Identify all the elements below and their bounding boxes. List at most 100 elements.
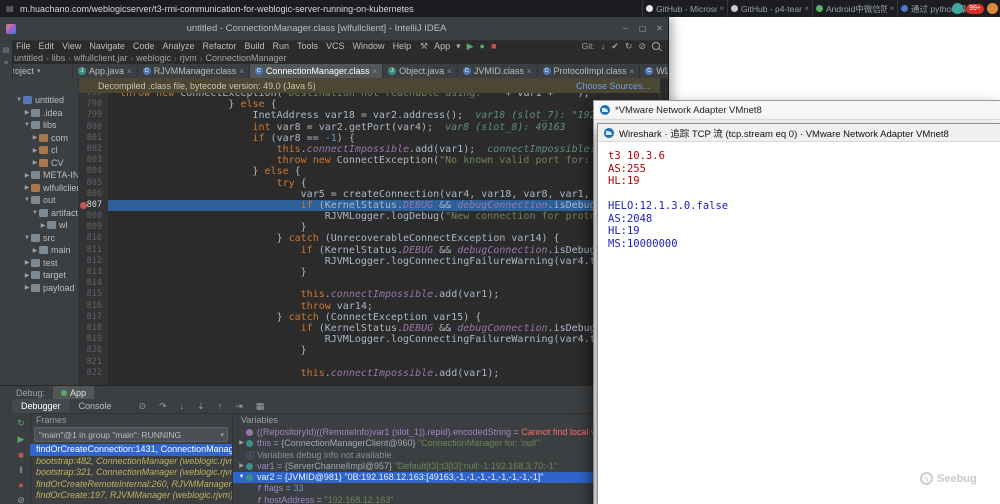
code-line[interactable]: 808RJVMLogger.logDebug("New connection f…: [78, 211, 660, 222]
line-number[interactable]: 804: [78, 166, 108, 177]
tree-item[interactable]: ▶META-INF: [12, 169, 78, 182]
tree-item[interactable]: ▼artifacts: [12, 207, 78, 220]
browser-tab[interactable]: Android中微信防...×: [812, 0, 897, 17]
breadcrumb-item[interactable]: rjvm: [178, 53, 199, 63]
tab-close-icon[interactable]: ×: [372, 67, 377, 76]
tree-item[interactable]: ▼out: [12, 194, 78, 207]
breadcrumb-item[interactable]: wlfullclient.jar: [72, 53, 130, 63]
tree-toggle-icon[interactable]: ▼: [23, 235, 31, 241]
structure-tool-icon[interactable]: ≡: [0, 60, 12, 67]
editor-tab[interactable]: JApp.java×: [73, 64, 138, 78]
code-line[interactable]: 815this.connectImpossible.add(var1);: [78, 289, 660, 300]
browser-tab[interactable]: GitHub - p4-team...×: [727, 0, 812, 17]
code-line[interactable]: 803throw new ConnectException("No known …: [78, 155, 660, 166]
tree-toggle-icon[interactable]: ▶: [237, 438, 246, 449]
tree-toggle-icon[interactable]: ▶: [23, 109, 31, 116]
menu-vcs[interactable]: VCS: [322, 41, 349, 51]
tree-item[interactable]: ▶com: [12, 132, 78, 145]
window-titlebar[interactable]: untitled - ConnectionManager.class [wlfu…: [0, 17, 668, 41]
notification-badge[interactable]: 99+: [966, 4, 984, 14]
tree-item[interactable]: ▶wl: [12, 219, 78, 232]
menu-code[interactable]: Code: [129, 41, 159, 51]
editor-tab[interactable]: CRJVMManager.class×: [138, 64, 250, 78]
tree-toggle-icon[interactable]: ▶: [23, 284, 31, 291]
menu-refactor[interactable]: Refactor: [198, 41, 240, 51]
breadcrumb-item[interactable]: ConnectionManager: [203, 53, 288, 63]
wireshark-titlebar[interactable]: *VMware Network Adapter VMnet8: [594, 101, 1000, 120]
tree-toggle-icon[interactable]: ▼: [23, 197, 31, 203]
tree-item[interactable]: ▶CV: [12, 157, 78, 170]
debug-action-icon[interactable]: ↻: [12, 418, 30, 429]
minimize-button[interactable]: ─: [617, 24, 634, 33]
tab-console[interactable]: Console: [70, 399, 121, 413]
code-line[interactable]: 812RJVMLogger.logConnectingFailureWarnin…: [78, 256, 660, 267]
editor-tab[interactable]: JObject.java×: [383, 64, 458, 78]
tree-toggle-icon[interactable]: ▶: [31, 159, 39, 166]
browser-url[interactable]: m.huachano.com/weblogicserver/t3-rmi-com…: [20, 4, 414, 14]
tree-toggle-icon[interactable]: ▶: [23, 272, 31, 279]
breakpoint-dot[interactable]: [80, 202, 87, 209]
code-line[interactable]: 800int var8 = var2.getPort(var4);var8 (s…: [78, 122, 660, 133]
tree-item[interactable]: ▶payload: [12, 282, 78, 295]
tree-item[interactable]: ▶wlfullclient.jar: [12, 182, 78, 195]
tab-close-icon[interactable]: ×: [804, 4, 809, 13]
menu-build[interactable]: Build: [240, 41, 268, 51]
tab-close-icon[interactable]: ×: [527, 67, 532, 76]
code-line[interactable]: 802this.connectImpossible.add(var1);conn…: [78, 144, 660, 155]
debug-step-icon[interactable]: ▦: [256, 401, 265, 412]
code-line[interactable]: 814: [78, 278, 660, 289]
line-number[interactable]: 821: [78, 357, 108, 368]
code-line[interactable]: 822this.connectImpossible.add(var1);: [78, 368, 660, 379]
code-line[interactable]: 821: [78, 357, 660, 368]
debug-step-icon[interactable]: ↷: [159, 401, 167, 412]
line-number[interactable]: 811: [78, 245, 108, 256]
tree-toggle-icon[interactable]: ▶: [23, 259, 31, 266]
menu-navigate[interactable]: Navigate: [85, 41, 129, 51]
browser-tab[interactable]: GitHub - Microsof...×: [642, 0, 727, 17]
code-line[interactable]: 801if (var8 == -1) {: [78, 133, 660, 144]
line-number[interactable]: 799: [78, 110, 108, 121]
code-line[interactable]: 807if (KernelStatus.DEBUG && debugConnec…: [78, 200, 660, 211]
debug-action-icon[interactable]: ▶: [12, 434, 30, 445]
search-icon[interactable]: [652, 42, 660, 50]
line-number[interactable]: 816: [78, 301, 108, 312]
tab-close-icon[interactable]: ×: [630, 67, 635, 76]
breadcrumb-item[interactable]: untitled: [12, 53, 45, 63]
avatar[interactable]: [952, 3, 963, 14]
line-number[interactable]: 814: [78, 278, 108, 289]
vcs-commit-icon[interactable]: ✔: [611, 40, 619, 52]
tree-toggle-icon[interactable]: ▶: [23, 172, 31, 179]
code-editor[interactable]: 797throw new ConnectException("Destinati…: [78, 93, 660, 385]
menu-help[interactable]: Help: [389, 41, 416, 51]
menu-run[interactable]: Run: [269, 41, 294, 51]
stack-frame[interactable]: bootstrap:482, ConnectionManager (weblog…: [30, 456, 232, 468]
line-number[interactable]: 812: [78, 256, 108, 267]
line-number[interactable]: 805: [78, 178, 108, 189]
debug-step-icon[interactable]: ↓: [180, 401, 185, 411]
debug-action-icon[interactable]: ■: [12, 450, 30, 460]
tree-toggle-icon[interactable]: ▼: [23, 122, 31, 128]
tree-item[interactable]: ▶main: [12, 244, 78, 257]
tree-item[interactable]: ▼libs: [12, 119, 78, 132]
code-line[interactable]: 805try {: [78, 178, 660, 189]
code-line[interactable]: 804} else {: [78, 166, 660, 177]
line-number[interactable]: 800: [78, 122, 108, 133]
code-line[interactable]: 820}: [78, 345, 660, 356]
avatar[interactable]: [987, 3, 998, 14]
code-line[interactable]: 798} else {: [78, 99, 660, 110]
close-button[interactable]: ✕: [651, 24, 668, 33]
line-number[interactable]: 803: [78, 155, 108, 166]
line-number[interactable]: 819: [78, 334, 108, 345]
vcs-rollback-icon[interactable]: ↻: [625, 40, 633, 52]
debug-step-icon[interactable]: ↑: [218, 401, 223, 411]
tree-toggle-icon[interactable]: ▶: [31, 134, 39, 141]
code-line[interactable]: 809}: [78, 222, 660, 233]
tree-toggle-icon[interactable]: ▼: [15, 97, 23, 103]
code-line[interactable]: 816throw var14;: [78, 301, 660, 312]
tree-item[interactable]: ▶test: [12, 257, 78, 270]
line-number[interactable]: 813: [78, 267, 108, 278]
line-number[interactable]: 801: [78, 133, 108, 144]
line-number[interactable]: 798: [78, 99, 108, 110]
code-line[interactable]: 817} catch (ConnectException var15) {: [78, 312, 660, 323]
tab-debugger[interactable]: Debugger: [12, 399, 70, 413]
